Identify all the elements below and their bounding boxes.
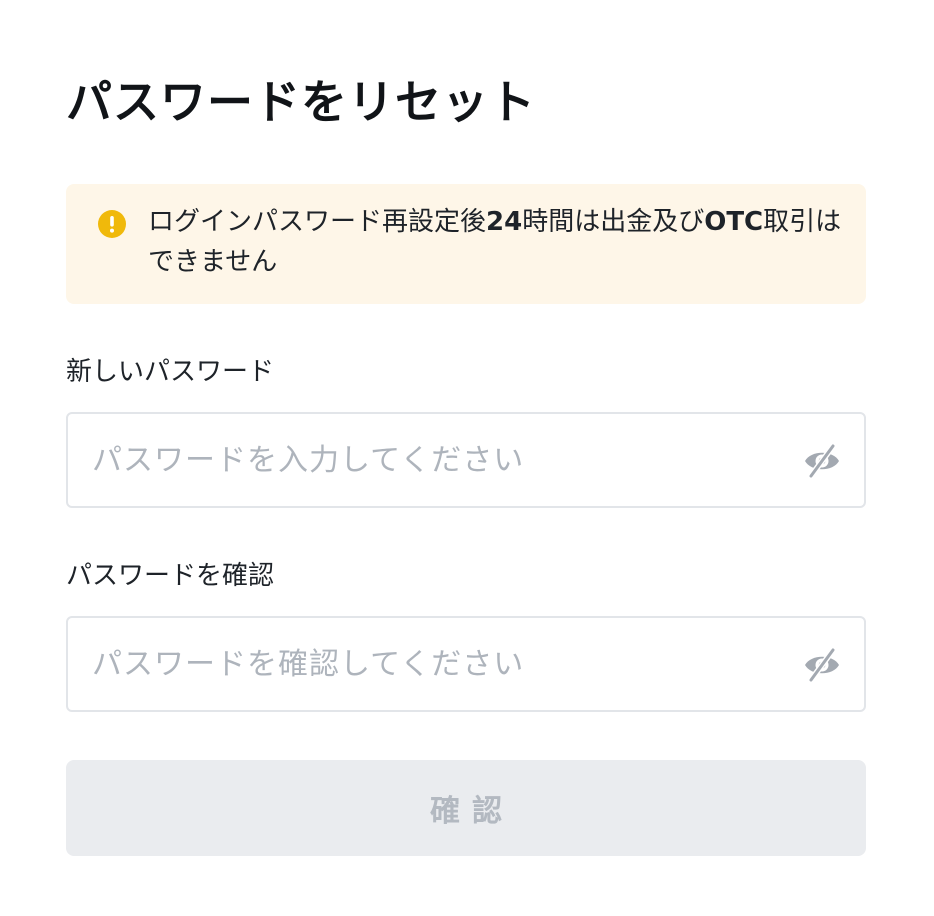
notice-banner: ログインパスワード再設定後24時間は出金及びOTC取引はできません — [66, 184, 866, 304]
reset-password-page: パスワードをリセット ログインパスワード再設定後24時間は出金及びOTC取引はで… — [66, 0, 866, 916]
new-password-input[interactable] — [92, 414, 782, 506]
notice-text-part: ログインパスワード再設定後 — [148, 207, 487, 237]
new-password-field[interactable] — [66, 412, 866, 508]
warning-exclamation-icon — [98, 210, 126, 238]
eye-slash-icon[interactable] — [802, 645, 842, 685]
confirm-password-label: パスワードを確認 — [66, 561, 275, 591]
new-password-label: 新しいパスワード — [66, 357, 275, 387]
notice-text-otc: OTC — [704, 207, 764, 237]
confirm-password-field[interactable] — [66, 616, 866, 712]
page-title: パスワードをリセット — [66, 75, 536, 129]
notice-text-part: 時間は出金及び — [522, 207, 705, 237]
notice-text: ログインパスワード再設定後24時間は出金及びOTC取引はできません — [148, 202, 848, 282]
confirm-password-input[interactable] — [92, 618, 782, 710]
notice-text-hours: 24 — [486, 207, 523, 237]
eye-slash-icon[interactable] — [802, 441, 842, 481]
confirm-button[interactable]: 確認 — [66, 760, 866, 856]
